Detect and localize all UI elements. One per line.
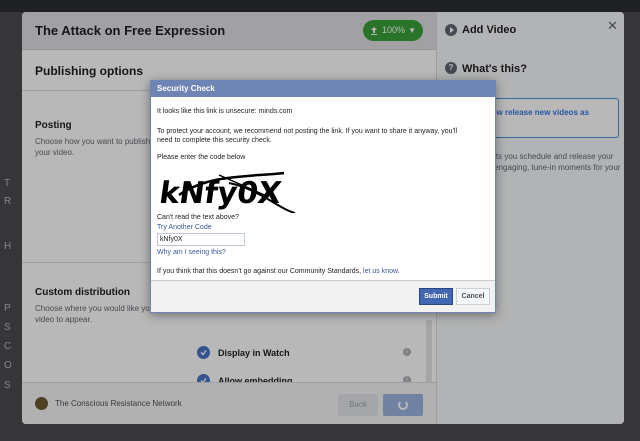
standards-text: If you think that this doesn't go agains… <box>157 268 362 275</box>
unsecure-link-text: It looks like this link is unsecure: min… <box>157 108 293 115</box>
captcha-image: kNfy0X <box>159 171 296 213</box>
cancel-button[interactable]: Cancel <box>456 288 490 305</box>
captcha-text: kNfy0X <box>159 176 284 211</box>
protect-text-line-2: need to complete this security check. <box>157 137 272 144</box>
try-another-code-link[interactable]: Try Another Code <box>157 223 212 232</box>
submit-button[interactable]: Submit <box>419 288 453 305</box>
let-us-know-link[interactable]: let us know. <box>363 268 400 275</box>
cant-read-label: Can't read the text above? <box>157 214 239 221</box>
community-standards-text: If you think that this doesn't go agains… <box>157 267 400 276</box>
enter-code-label: Please enter the code below <box>157 154 246 161</box>
protect-text-line-1: To protect your account, we recommend no… <box>157 128 458 135</box>
captcha-input[interactable]: kNfy0X <box>157 233 245 246</box>
security-check-footer: Submit Cancel <box>151 280 495 312</box>
security-check-title: Security Check <box>151 81 495 97</box>
why-seeing-link[interactable]: Why am I seeing this? <box>157 248 226 257</box>
security-check-dialog: Security Check It looks like this link i… <box>150 80 496 313</box>
